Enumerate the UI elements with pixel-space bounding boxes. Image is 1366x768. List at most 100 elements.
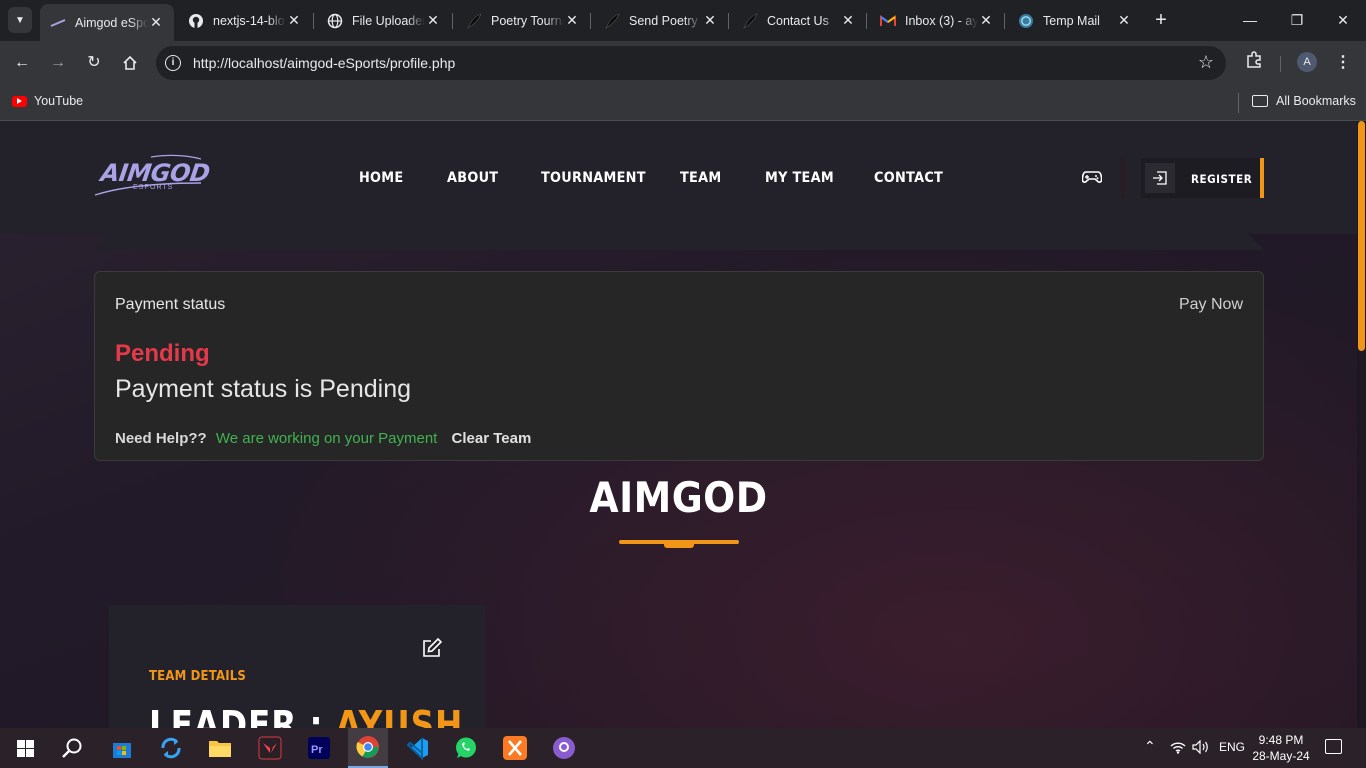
site-header: AIMGOD ESPORTS HOME ABOUT TOURNAMENT TEA… — [0, 121, 1357, 234]
gamepad-icon[interactable] — [1082, 170, 1102, 184]
home-icon[interactable] — [118, 51, 142, 75]
register-label: REGISTER — [1191, 172, 1253, 186]
help-answer: We are working on your Payment — [215, 430, 438, 447]
tab-label: Inbox (3) - ay — [905, 13, 978, 28]
back-arrow-icon[interactable]: ← — [10, 51, 34, 75]
tab-send-poetry[interactable]: Send Poetry ✕ — [594, 4, 728, 37]
page-scrollbar[interactable] — [1357, 121, 1366, 728]
tab-file-uploader[interactable]: File Uploader ✕ — [317, 4, 451, 37]
browser-toolbar: ← → ↻ i http://localhost/aimgod-eSports/… — [0, 41, 1366, 85]
tab-contact-us[interactable]: Contact Us ✕ — [732, 4, 866, 37]
feather-icon — [742, 13, 758, 29]
close-icon[interactable]: ✕ — [425, 12, 441, 29]
restore-icon[interactable]: ❐ — [1285, 8, 1309, 32]
tab-label: nextjs-14-blog — [213, 13, 286, 28]
header-skirt — [93, 234, 1264, 250]
sync-icon[interactable] — [157, 734, 185, 762]
github-icon — [188, 13, 204, 29]
valorant-icon[interactable] — [256, 734, 284, 762]
close-icon[interactable]: ✕ — [840, 12, 856, 29]
tab-poetry-tournament[interactable]: Poetry Tournament ✕ — [456, 4, 590, 37]
bookmark-youtube[interactable]: YouTube — [12, 94, 83, 108]
tray-chevron-up-icon[interactable]: ⌃ — [1144, 738, 1156, 755]
feather-icon — [466, 13, 482, 29]
reload-icon[interactable]: ↻ — [82, 51, 106, 75]
new-tab-plus-icon[interactable]: + — [1150, 9, 1172, 31]
tab-label: Send Poetry — [629, 13, 698, 28]
close-icon[interactable]: ✕ — [1116, 12, 1132, 29]
feather-icon — [604, 13, 620, 29]
whatsapp-icon[interactable] — [452, 734, 480, 762]
tab-temp-mail[interactable]: Temp Mail ✕ — [1008, 4, 1142, 37]
site-logo[interactable]: AIMGOD ESPORTS — [93, 153, 211, 201]
bookmarks-bar: YouTube All Bookmarks — [0, 85, 1366, 121]
tab-label: Poetry Tournament — [491, 13, 564, 28]
scrollbar-thumb[interactable] — [1358, 121, 1365, 351]
pay-now-link[interactable]: Pay Now — [1179, 296, 1243, 314]
nav-tournament[interactable]: TOURNAMENT — [541, 170, 646, 186]
payment-status-card: Payment status Pay Now Pending Payment s… — [94, 271, 1264, 461]
wifi-icon[interactable] — [1170, 740, 1186, 757]
nav-about[interactable]: ABOUT — [447, 170, 498, 186]
leader-prefix: LEADER : — [149, 703, 324, 728]
site-info-icon[interactable]: i — [165, 55, 181, 71]
close-icon[interactable]: ✕ — [286, 12, 302, 29]
toolbar-divider — [1280, 56, 1281, 72]
github-desktop-icon[interactable] — [550, 734, 578, 762]
tab-search-button[interactable]: ▼ — [8, 7, 32, 33]
notification-icon[interactable] — [1325, 739, 1342, 754]
nav-contact[interactable]: CONTACT — [874, 170, 943, 186]
nav-my-team[interactable]: MY TEAM — [765, 170, 834, 186]
tab-label: Contact Us — [767, 13, 829, 28]
payment-status-value: Pending — [115, 340, 210, 367]
nav-team[interactable]: TEAM — [680, 170, 721, 186]
microsoft-store-icon[interactable] — [108, 734, 136, 762]
more-vert-icon[interactable]: ⋮ — [1335, 52, 1351, 72]
team-leader: LEADER : AYUSH — [149, 703, 463, 728]
tab-separator — [313, 13, 314, 29]
title-underline-tick — [664, 544, 694, 548]
url-text[interactable]: http://localhost/aimgod-eSports/profile.… — [193, 55, 455, 71]
close-icon[interactable]: ✕ — [564, 12, 580, 29]
edit-icon[interactable] — [421, 637, 443, 659]
window-close-icon[interactable]: ✕ — [1331, 8, 1355, 32]
windows-taskbar: Pr ⌃ ENG 9:48 PM 28-May-24 — [0, 728, 1366, 768]
team-name-heading: AIMGOD — [589, 473, 768, 522]
youtube-icon — [12, 95, 27, 107]
page-content: AIMGOD ESPORTS HOME ABOUT TOURNAMENT TEA… — [0, 121, 1366, 728]
header-divider — [1121, 158, 1125, 198]
volume-icon[interactable] — [1192, 739, 1210, 757]
bookmark-label: All Bookmarks — [1276, 94, 1356, 108]
chrome-icon[interactable] — [348, 728, 388, 768]
tab-gmail-inbox[interactable]: Inbox (3) - ay ✕ — [870, 4, 1004, 37]
system-clock[interactable]: 9:48 PM 28-May-24 — [1250, 732, 1312, 764]
login-icon — [1145, 163, 1175, 193]
extensions-puzzle-icon[interactable] — [1243, 51, 1265, 73]
svg-text:Pr: Pr — [311, 744, 323, 756]
tab-separator — [728, 13, 729, 29]
vscode-icon[interactable] — [403, 734, 431, 762]
register-button[interactable]: REGISTER — [1141, 158, 1264, 198]
windows-start-icon[interactable] — [11, 734, 39, 762]
all-bookmarks-button[interactable]: All Bookmarks — [1252, 94, 1356, 108]
search-icon[interactable] — [58, 734, 86, 762]
close-icon[interactable]: ✕ — [702, 12, 718, 29]
address-bar[interactable]: i http://localhost/aimgod-eSports/profil… — [156, 46, 1226, 80]
nav-home[interactable]: HOME — [359, 170, 403, 186]
premiere-pro-icon[interactable]: Pr — [305, 734, 333, 762]
profile-avatar[interactable]: A — [1297, 52, 1317, 72]
globe-icon — [327, 13, 343, 29]
tab-aimgod[interactable]: Aimgod eSports ✕ — [40, 4, 174, 41]
xampp-icon[interactable] — [501, 734, 529, 762]
file-explorer-icon[interactable] — [206, 734, 234, 762]
forward-arrow-icon[interactable]: → — [46, 51, 70, 75]
close-icon[interactable]: ✕ — [978, 12, 994, 29]
tab-nextjs-blog[interactable]: nextjs-14-blog ✕ — [178, 4, 312, 37]
bookmark-star-icon[interactable]: ☆ — [1198, 52, 1214, 73]
close-icon[interactable]: ✕ — [148, 14, 164, 31]
language-indicator[interactable]: ENG — [1219, 740, 1245, 754]
clear-team-link[interactable]: Clear Team — [452, 430, 532, 447]
minimize-icon[interactable]: — — [1238, 8, 1262, 32]
temp-mail-icon — [1018, 13, 1034, 29]
tab-label: File Uploader — [352, 13, 425, 28]
